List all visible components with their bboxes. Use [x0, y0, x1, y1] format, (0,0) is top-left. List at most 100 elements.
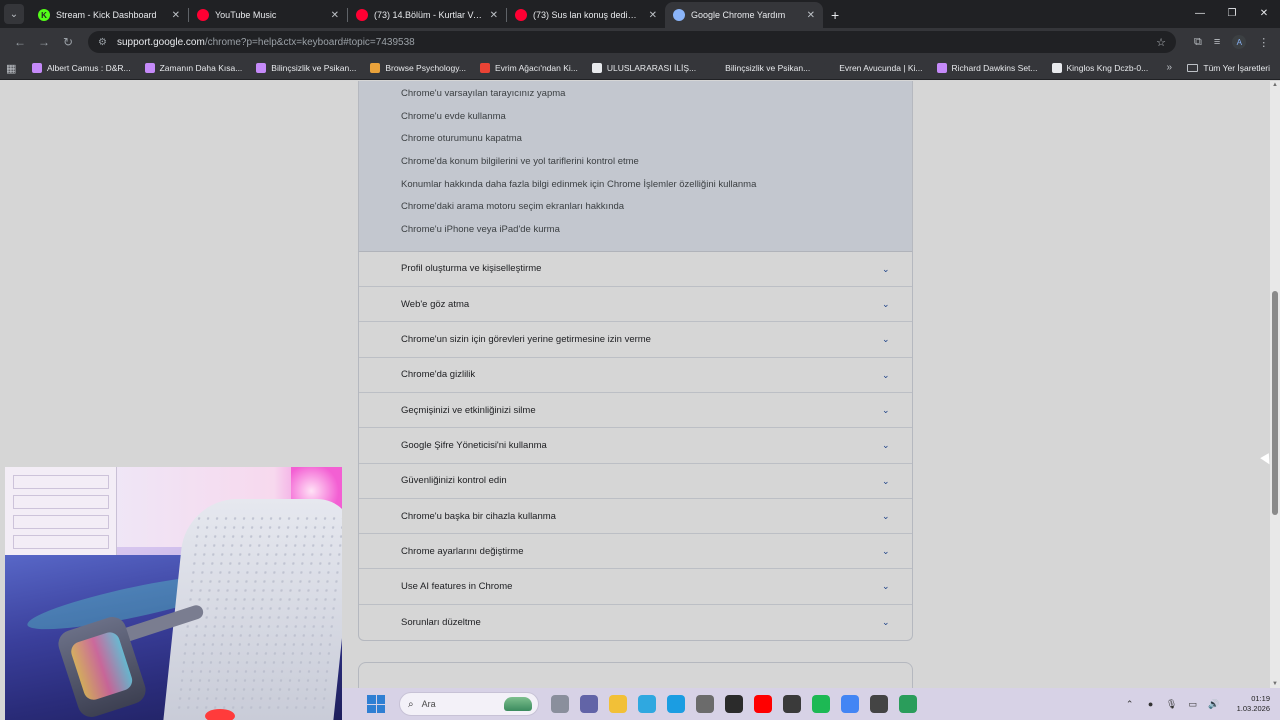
browser-tab[interactable]: YouTube Music ✕ [189, 2, 347, 28]
accordion-item[interactable]: Chrome'u başka bir cihazla kullanma ⌄ [359, 499, 912, 535]
tray-app-icon[interactable]: ● [1145, 699, 1157, 709]
menu-kebab-icon[interactable]: ⋮ [1258, 36, 1269, 49]
chevron-down-icon[interactable]: ⌄ [882, 476, 892, 486]
bookmark-item[interactable]: Browse Psychology... [370, 62, 466, 73]
profile-avatar[interactable]: A [1232, 35, 1247, 49]
youtube-icon [515, 9, 527, 21]
browser-tab[interactable]: Google Chrome Yardım ✕ [665, 2, 823, 28]
teams-icon[interactable] [580, 695, 598, 713]
bookmark-favicon-icon [936, 62, 947, 73]
chevron-down-icon[interactable]: ⌄ [882, 370, 892, 380]
browser-tab[interactable]: (73) Sus lan konuş dedim mi se... ✕ [507, 2, 665, 28]
tab-close-icon[interactable]: ✕ [331, 10, 339, 21]
help-article-link[interactable]: Chrome oturumunu kapatma [359, 128, 912, 151]
bookmark-item[interactable]: Bilinçsizlik ve Psikan... [710, 62, 810, 73]
accordion-item[interactable]: Profil oluşturma ve kişiselleştirme ⌄ [359, 252, 912, 288]
bookmark-favicon-icon [710, 62, 721, 73]
bookmark-item[interactable]: Bilinçsizlik ve Psikan... [256, 62, 356, 73]
window-controls: — ❐ ✕ [1184, 0, 1280, 28]
chrome-icon[interactable] [841, 695, 859, 713]
display-icon[interactable]: ▭ [1187, 699, 1199, 710]
accordion-item[interactable]: Web'e göz atma ⌄ [359, 287, 912, 323]
tab-close-icon[interactable]: ✕ [807, 10, 815, 21]
microphone-icon[interactable]: 🎙 [1166, 699, 1178, 710]
bookmark-item[interactable]: Albert Camus : D&R... [32, 62, 131, 73]
accordion-item[interactable]: Use AI features in Chrome ⌄ [359, 569, 912, 605]
bookmark-item[interactable]: ULUSLARARASI İLİŞ... [591, 62, 696, 73]
help-article-link[interactable]: Chrome'daki arama motoru seçim ekranları… [359, 196, 912, 219]
taskbar-search[interactable]: ⌕ Ara [399, 692, 539, 716]
bookmark-label: Zamanın Daha Kısa... [159, 62, 243, 73]
extensions-icon[interactable]: ⧉ [1194, 36, 1202, 49]
file-explorer-icon[interactable] [609, 695, 627, 713]
bookmarks-bar: ▦ Albert Camus : D&R... Zamanın Daha Kısa… [0, 56, 1280, 80]
chevron-down-icon[interactable]: ⌄ [882, 405, 892, 415]
minimize-icon[interactable]: — [1184, 0, 1216, 28]
xbox-icon[interactable] [783, 695, 801, 713]
bookmark-item[interactable]: Richard Dawkins Set... [936, 62, 1038, 73]
maximize-icon[interactable]: ❐ [1216, 0, 1248, 28]
url-domain: support.google.com [116, 36, 205, 48]
page-scrollbar[interactable]: ▲ ▼ [1270, 81, 1280, 688]
media-controls-icon[interactable]: ≡ [1214, 36, 1220, 48]
accordion-item[interactable]: Chrome ayarlarını değiştirme ⌄ [359, 534, 912, 570]
task-view-icon[interactable] [551, 695, 569, 713]
bookmark-item[interactable]: Evren Avucunda | Ki... [824, 62, 923, 73]
bookmark-star-icon[interactable]: ☆ [1156, 36, 1166, 49]
chevron-down-icon[interactable]: ⌄ [882, 440, 892, 450]
accordion-item[interactable]: Google Şifre Yöneticisi'ni kullanma ⌄ [359, 428, 912, 464]
bookmark-item[interactable]: Zamanın Daha Kısa... [144, 62, 243, 73]
help-article-link[interactable]: Chrome'u varsayılan tarayıcınız yapma [359, 83, 912, 106]
youtube-app-icon[interactable] [754, 695, 772, 713]
chevron-down-icon[interactable]: ⌄ [882, 299, 892, 309]
accordion-item[interactable]: Güvenliğinizi kontrol edin ⌄ [359, 464, 912, 499]
scrollbar-thumb[interactable] [1272, 291, 1278, 515]
app-green-icon[interactable] [899, 695, 917, 713]
bookmark-item[interactable]: Kinglos Kng Dczb-0... [1051, 62, 1148, 73]
scroll-up-icon[interactable]: ▲ [1272, 82, 1278, 88]
copilot-icon[interactable] [638, 695, 656, 713]
spotify-icon[interactable] [812, 695, 830, 713]
clock[interactable]: 01:19 1.03.2026 [1237, 694, 1270, 714]
chevron-down-icon[interactable]: ⌄ [882, 546, 892, 556]
apps-grid-icon[interactable]: ▦ [6, 62, 18, 75]
all-bookmarks-button[interactable]: Tüm Yer İşaretleri [1187, 63, 1270, 73]
address-bar[interactable]: ⚙ support.google.com /chrome?p=help&ctx=… [88, 31, 1176, 53]
tray-overflow-icon[interactable]: ⌃ [1124, 699, 1136, 710]
reload-icon[interactable]: ↻ [56, 35, 80, 49]
back-icon[interactable]: ← [8, 35, 32, 49]
tab-close-icon[interactable]: ✕ [649, 10, 657, 21]
scroll-down-icon[interactable]: ▼ [1272, 681, 1278, 687]
close-window-icon[interactable]: ✕ [1248, 0, 1280, 28]
chatgpt-icon[interactable] [725, 695, 743, 713]
chevron-down-icon[interactable]: ⌄ [882, 264, 892, 274]
windows-start-icon[interactable] [367, 695, 385, 713]
store-icon[interactable] [696, 695, 714, 713]
new-tab-button[interactable]: + [831, 7, 839, 23]
site-info-icon[interactable]: ⚙ [98, 37, 107, 48]
volume-icon[interactable]: 🔊 [1208, 699, 1220, 710]
forward-icon[interactable]: → [32, 35, 56, 49]
accordion-item[interactable]: Chrome'un sizin için görevleri yerine ge… [359, 322, 912, 358]
accordion-item[interactable]: Sorunları düzeltme ⌄ [359, 605, 912, 640]
chevron-down-icon[interactable]: ⌄ [882, 334, 892, 344]
bookmark-item[interactable]: Evrim Ağacı'ndan Ki... [479, 62, 578, 73]
tab-search-chevron-icon[interactable]: ⌄ [4, 4, 24, 24]
help-article-link[interactable]: Chrome'da konum bilgilerini ve yol tarif… [359, 151, 912, 174]
chevron-down-icon[interactable]: ⌄ [882, 511, 892, 521]
bookmarks-overflow-icon[interactable]: » [1166, 62, 1172, 73]
browser-tab[interactable]: K Stream - Kick Dashboard ✕ [30, 2, 188, 28]
accordion-item[interactable]: Chrome'da gizlilik ⌄ [359, 358, 912, 393]
help-article-link[interactable]: Konumlar hakkında daha fazla bilgi edinm… [359, 174, 912, 197]
accordion-label: Chrome'un sizin için görevleri yerine ge… [401, 334, 651, 346]
obs-icon[interactable] [870, 695, 888, 713]
chevron-down-icon[interactable]: ⌄ [882, 581, 892, 591]
tab-close-icon[interactable]: ✕ [172, 10, 180, 21]
help-article-link[interactable]: Chrome'u iPhone veya iPad'de kurma [359, 219, 912, 242]
help-article-link[interactable]: Chrome'u evde kullanma [359, 106, 912, 129]
tab-close-icon[interactable]: ✕ [490, 10, 498, 21]
accordion-item[interactable]: Geçmişinizi ve etkinliğinizi silme ⌄ [359, 393, 912, 429]
chevron-down-icon[interactable]: ⌄ [882, 617, 892, 627]
browser-tab[interactable]: (73) 14.Bölüm - Kurtlar Vadisi | ... ✕ [348, 2, 506, 28]
edge-icon[interactable] [667, 695, 685, 713]
